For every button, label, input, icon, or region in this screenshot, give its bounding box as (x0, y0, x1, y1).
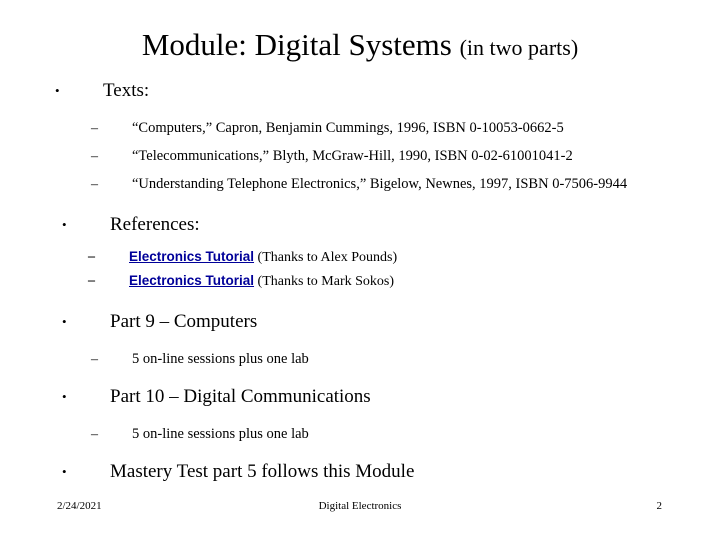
dash-marker-icon: – (91, 352, 98, 367)
reference-1: Electronics Tutorial (Thanks to Alex Pou… (129, 247, 720, 267)
bullet-references: • References: (0, 212, 720, 238)
text-book-2: “Telecommunications,” Blyth, McGraw-Hill… (132, 148, 573, 164)
bullet-marker-icon: • (62, 314, 67, 329)
bullet-texts-label: Texts: (103, 80, 150, 101)
list-item: – “Computers,” Capron, Benjamin Cummings… (0, 119, 720, 138)
bullet-part-9: • Part 9 – Computers (0, 309, 720, 335)
text-book-3: “Understanding Telephone Electronics,” B… (132, 176, 628, 192)
part-9-detail: 5 on-line sessions plus one lab (132, 351, 309, 367)
dash-marker-icon: – (88, 273, 95, 288)
slide-footer: 2/24/2021 Digital Electronics 2 (0, 496, 720, 516)
slide: Module: Digital Systems (in two parts) •… (0, 0, 720, 540)
bullet-part-10: • Part 10 – Digital Communications (0, 384, 720, 410)
link-electronics-tutorial-2[interactable]: Electronics Tutorial (129, 273, 254, 288)
dash-marker-icon: – (91, 427, 98, 442)
bullet-mastery-test: • Mastery Test part 5 follows this Modul… (0, 459, 720, 485)
bullet-part-10-label: Part 10 – Digital Communications (110, 386, 371, 407)
bullet-part-9-label: Part 9 – Computers (110, 311, 258, 332)
bullet-marker-icon: • (62, 217, 67, 232)
footer-title: Digital Electronics (318, 500, 402, 512)
slide-title-subtext: (in two parts) (459, 35, 579, 60)
list-item: – “Understanding Telephone Electronics,”… (0, 175, 720, 194)
bullet-texts: • Texts: (0, 78, 720, 104)
reference-1-credit: (Thanks to Alex Pounds) (254, 250, 398, 265)
list-item: – “Telecommunications,” Blyth, McGraw-Hi… (0, 147, 720, 166)
list-item: – 5 on-line sessions plus one lab (0, 425, 720, 444)
part-10-detail: 5 on-line sessions plus one lab (132, 426, 309, 442)
text-book-1: “Computers,” Capron, Benjamin Cummings, … (132, 120, 564, 136)
dash-marker-icon: – (91, 149, 98, 164)
bullet-marker-icon: • (62, 464, 67, 479)
dash-marker-icon: – (88, 249, 95, 264)
bullet-marker-icon: • (62, 389, 67, 404)
slide-body: • Texts: – “Computers,” Capron, Benjamin… (0, 78, 720, 485)
list-item-reference: – Electronics Tutorial (Thanks to Mark S… (0, 271, 720, 291)
dash-marker-icon: – (91, 177, 98, 192)
reference-2: Electronics Tutorial (Thanks to Mark Sok… (129, 271, 720, 291)
list-item-reference: – Electronics Tutorial (Thanks to Alex P… (0, 247, 720, 267)
link-electronics-tutorial-1[interactable]: Electronics Tutorial (129, 249, 254, 264)
bullet-references-label: References: (110, 214, 200, 235)
bullet-mastery-test-label: Mastery Test part 5 follows this Module (110, 461, 415, 482)
list-item: – 5 on-line sessions plus one lab (0, 350, 720, 369)
slide-title: Module: Digital Systems (in two parts) (0, 27, 720, 66)
dash-marker-icon: – (91, 121, 98, 136)
bullet-marker-icon: • (55, 83, 60, 98)
footer-page-number: 2 (656, 500, 663, 512)
slide-title-main: Module: Digital Systems (141, 27, 460, 62)
reference-2-credit: (Thanks to Mark Sokos) (254, 274, 395, 289)
